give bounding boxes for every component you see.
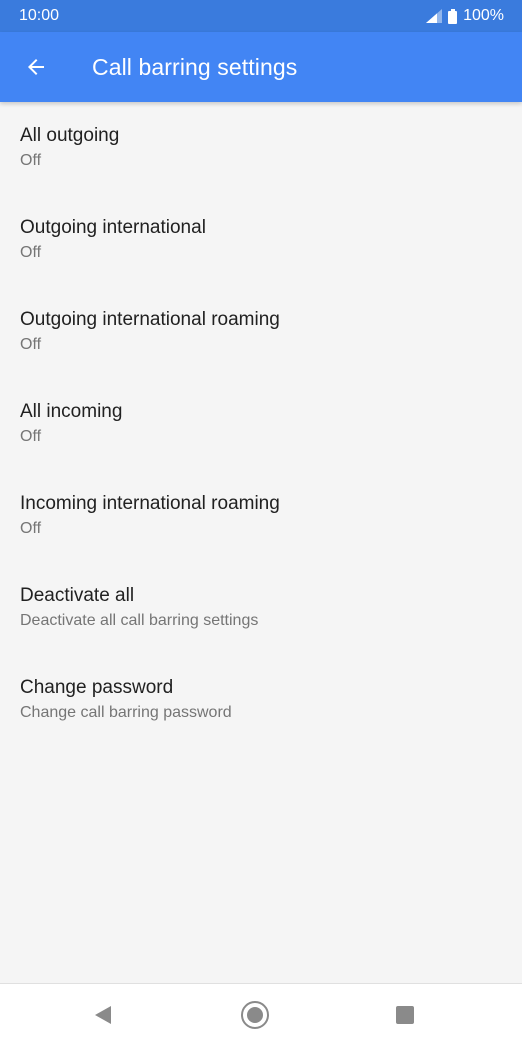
nav-back-button[interactable] [73,984,133,1044]
battery-icon [448,8,458,24]
app-bar: Call barring settings [0,32,522,102]
item-title: Incoming international roaming [20,493,280,514]
setting-all-outgoing[interactable]: All outgoing Off [0,102,522,194]
setting-outgoing-international[interactable]: Outgoing international Off [0,194,522,286]
item-subtitle: Off [20,520,42,537]
setting-all-incoming[interactable]: All incoming Off [0,378,522,470]
nav-home-button[interactable] [225,984,285,1044]
setting-deactivate-all[interactable]: Deactivate all Deactivate all call barri… [0,562,522,654]
item-title: Deactivate all [20,585,135,606]
item-subtitle: Deactivate all call barring settings [20,612,259,629]
item-subtitle: Off [20,428,42,445]
item-subtitle: Change call barring password [20,704,232,721]
setting-incoming-international-roaming[interactable]: Incoming international roaming Off [0,470,522,562]
status-time: 10:00 [19,7,60,24]
navigation-bar [0,983,522,1044]
arrow-back-icon [28,59,44,75]
item-subtitle: Off [20,244,42,261]
item-subtitle: Off [20,152,42,169]
item-title: All incoming [20,401,123,422]
status-bar: 10:00 100% [0,0,522,32]
nav-recents-icon [396,1005,414,1024]
item-title: Outgoing international roaming [20,309,280,330]
item-subtitle: Off [20,336,42,353]
setting-change-password[interactable]: Change password Change call barring pass… [0,654,522,746]
back-button[interactable] [12,43,60,91]
item-title: All outgoing [20,125,120,146]
item-title: Change password [20,677,174,698]
page-title: Call barring settings [92,53,298,80]
battery-percent: 100% [463,7,504,24]
status-icons: 100% [426,7,504,25]
setting-outgoing-international-roaming[interactable]: Outgoing international roaming Off [0,286,522,378]
nav-recents-button[interactable] [375,984,435,1044]
item-title: Outgoing international [20,217,206,238]
nav-home-icon [241,1000,269,1029]
signal-icon [426,9,443,23]
nav-back-icon [95,1005,111,1024]
settings-list: All outgoing Off Outgoing international … [0,102,522,746]
